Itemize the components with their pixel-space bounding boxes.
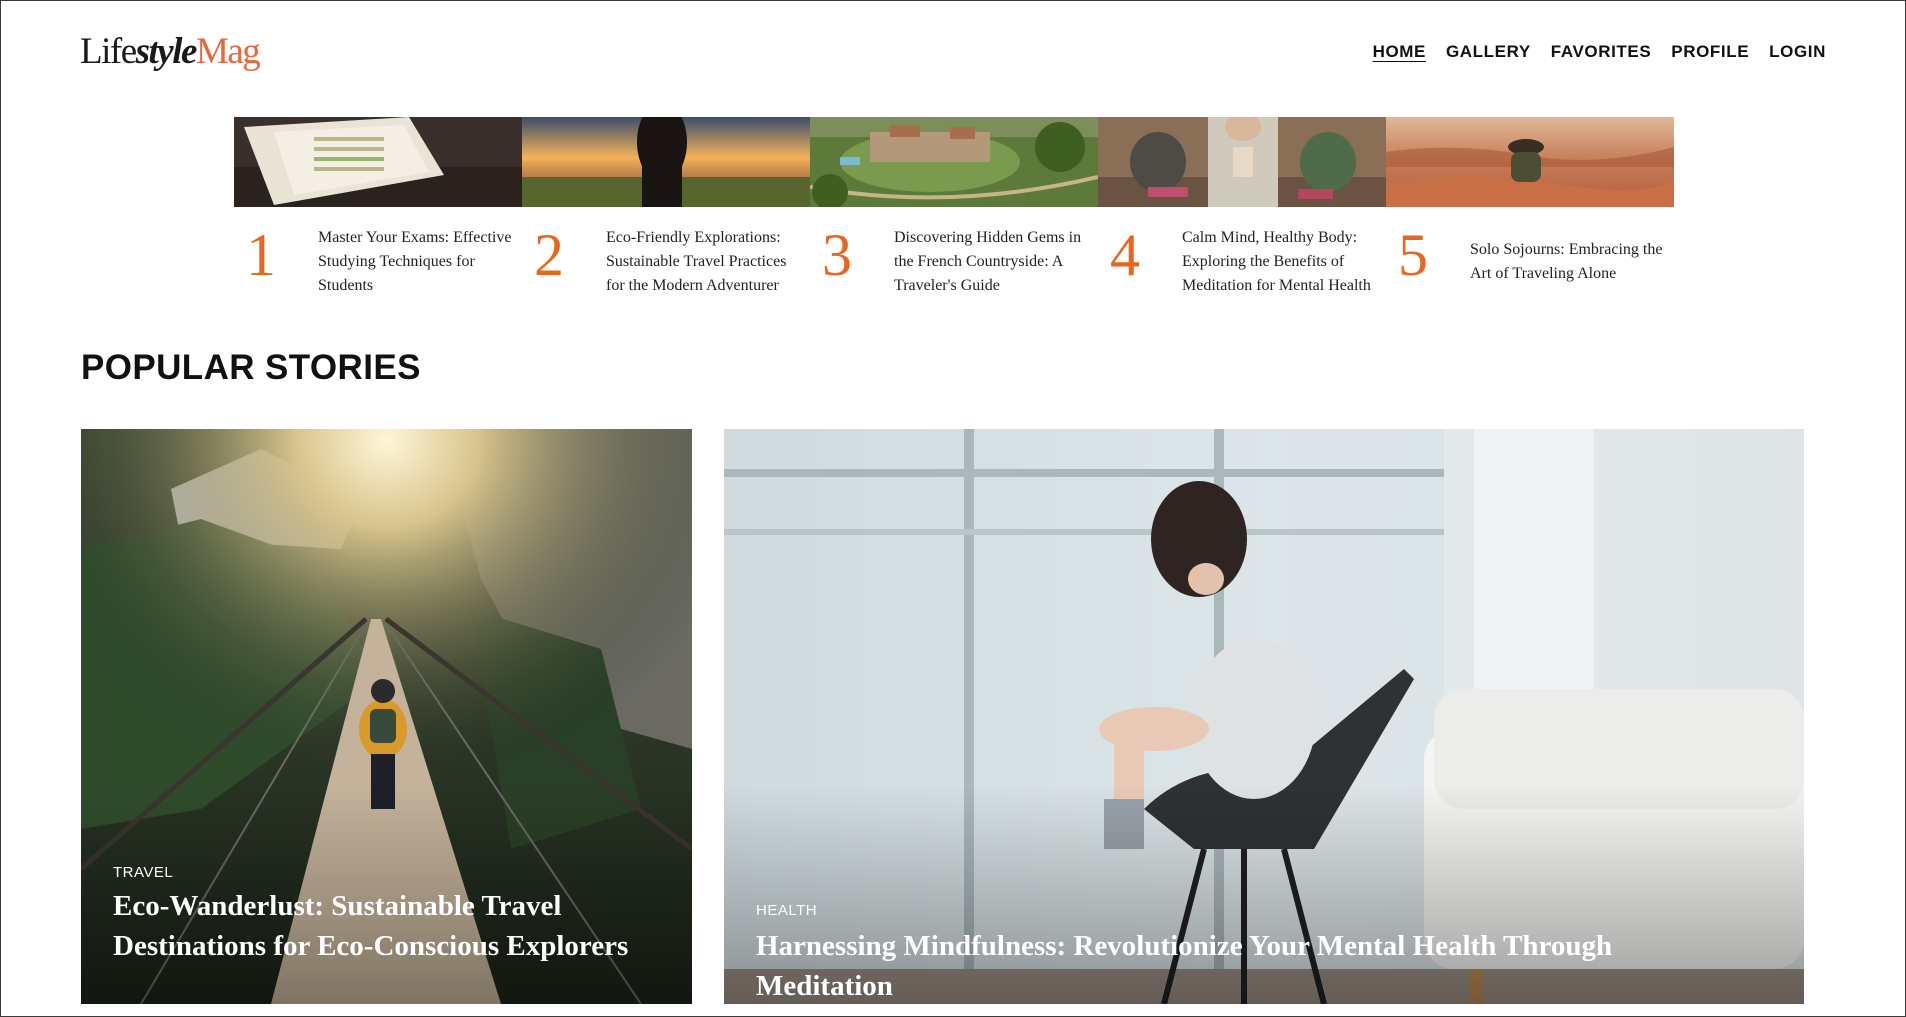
trending-strip: 1 Master Your Exams: Effective Studying …: [234, 117, 1674, 302]
logo-text-mag: Mag: [195, 31, 261, 72]
trending-title-3[interactable]: Discovering Hidden Gems in the French Co…: [894, 222, 1094, 302]
popular-stories-heading: POPULAR STORIES: [81, 348, 421, 387]
trending-title-4[interactable]: Calm Mind, Healthy Body: Exploring the B…: [1182, 222, 1382, 302]
logo-text-style: style: [135, 31, 198, 72]
trending-title-5[interactable]: Solo Sojourns: Embracing the Art of Trav…: [1470, 222, 1670, 302]
trending-item-3[interactable]: 3 Discovering Hidden Gems in the French …: [810, 117, 1098, 302]
trending-number-1: 1: [246, 222, 276, 288]
trending-image-4: [1098, 117, 1386, 207]
trending-number-5: 5: [1398, 222, 1428, 288]
trending-image-5: [1386, 117, 1674, 207]
trending-title-1[interactable]: Master Your Exams: Effective Studying Te…: [318, 222, 518, 302]
nav-login[interactable]: LOGIN: [1769, 42, 1826, 62]
main-nav: HOME GALLERY FAVORITES PROFILE LOGIN: [1373, 42, 1826, 62]
logo-text-life: Life: [80, 31, 137, 72]
trending-item-1[interactable]: 1 Master Your Exams: Effective Studying …: [234, 117, 522, 302]
nav-gallery[interactable]: GALLERY: [1446, 42, 1531, 62]
nav-profile[interactable]: PROFILE: [1671, 42, 1749, 62]
site-header: LifestyleMag HOME GALLERY FAVORITES PROF…: [0, 0, 1906, 110]
nav-favorites[interactable]: FAVORITES: [1551, 42, 1652, 62]
story-category[interactable]: HEALTH: [756, 902, 817, 919]
trending-item-4[interactable]: 4 Calm Mind, Healthy Body: Exploring the…: [1098, 117, 1386, 302]
trending-title-2[interactable]: Eco-Friendly Explorations: Sustainable T…: [606, 222, 806, 302]
trending-item-2[interactable]: 2 Eco-Friendly Explorations: Sustainable…: [522, 117, 810, 302]
trending-number-2: 2: [534, 222, 564, 288]
story-title[interactable]: Harnessing Mindfulness: Revolutionize Yo…: [756, 926, 1756, 1004]
trending-number-4: 4: [1110, 222, 1140, 288]
trending-image-2: [522, 117, 810, 207]
nav-home[interactable]: HOME: [1373, 42, 1426, 62]
story-title[interactable]: Eco-Wanderlust: Sustainable Travel Desti…: [113, 886, 633, 966]
trending-item-5[interactable]: 5 Solo Sojourns: Embracing the Art of Tr…: [1386, 117, 1674, 302]
story-card-health[interactable]: HEALTH Harnessing Mindfulness: Revolutio…: [724, 429, 1804, 1004]
trending-image-3: [810, 117, 1098, 207]
trending-number-3: 3: [822, 222, 852, 288]
story-card-travel[interactable]: TRAVEL Eco-Wanderlust: Sustainable Trave…: [81, 429, 692, 1004]
site-logo[interactable]: LifestyleMag: [80, 31, 261, 72]
story-category[interactable]: TRAVEL: [113, 864, 173, 881]
trending-image-1: [234, 117, 522, 207]
